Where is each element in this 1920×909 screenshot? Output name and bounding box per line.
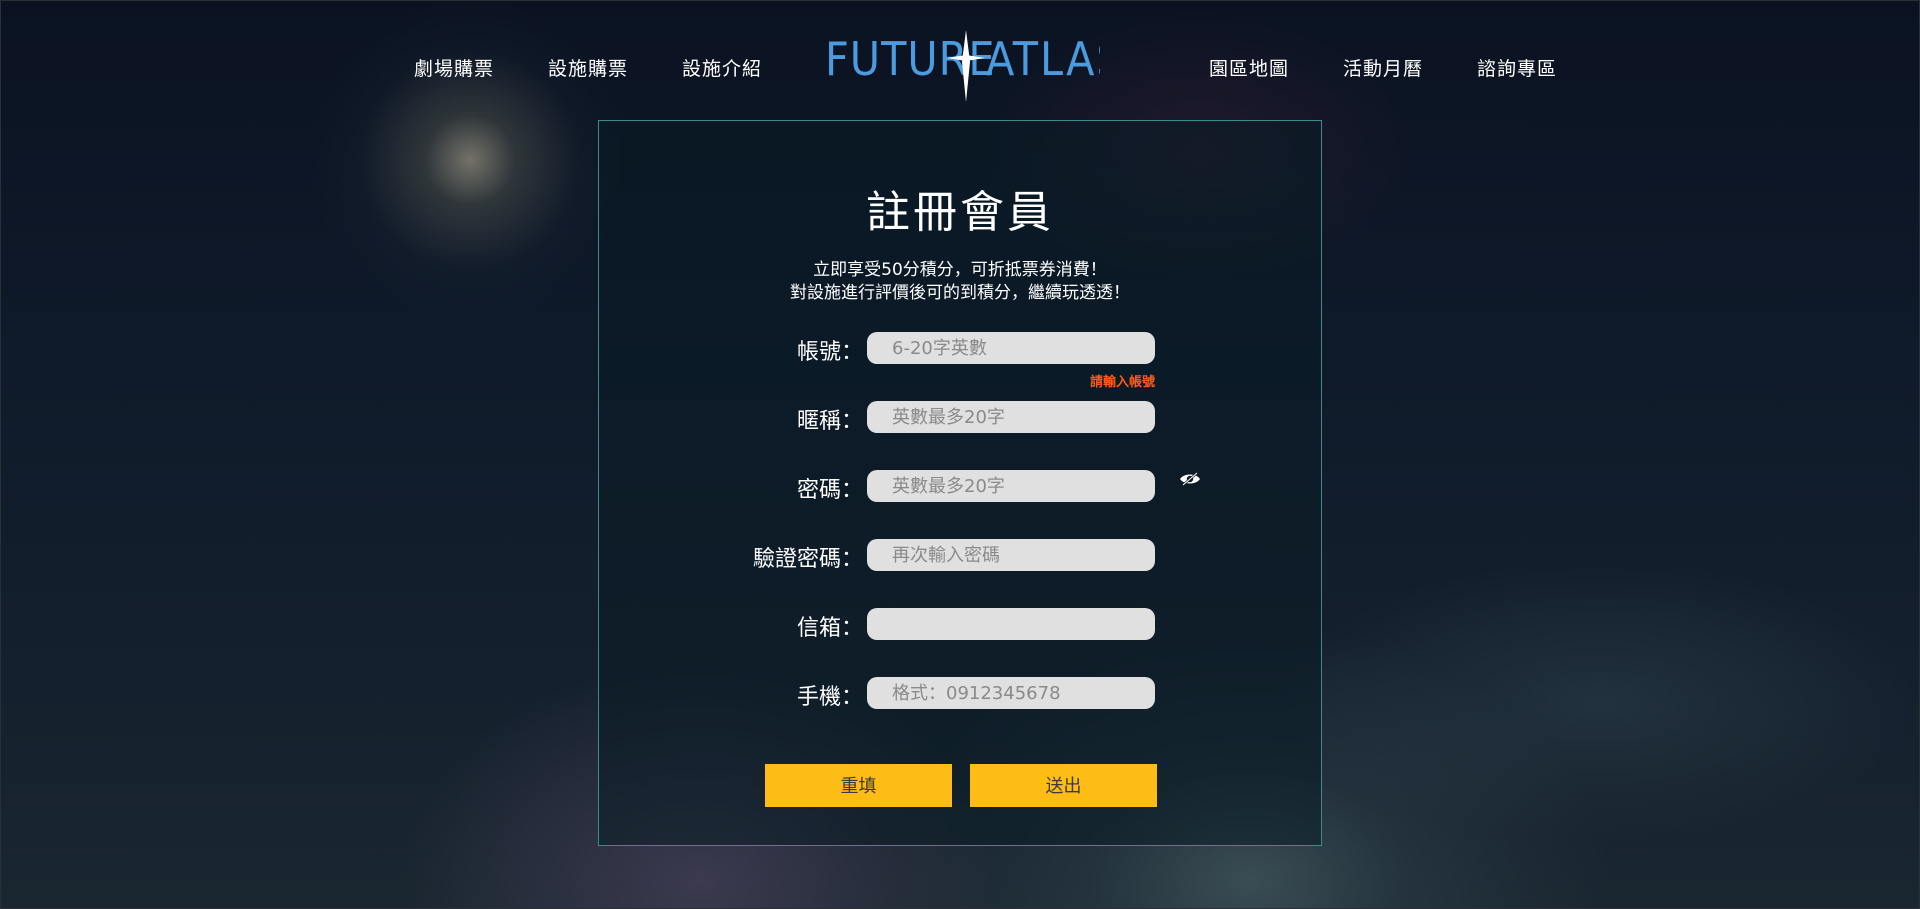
nickname-input[interactable]: [867, 401, 1155, 433]
confirm-password-input[interactable]: [867, 539, 1155, 571]
nav-theater-tickets[interactable]: 劇場購票: [414, 54, 494, 81]
email-input[interactable]: [867, 608, 1155, 640]
nav-park-map[interactable]: 園區地圖: [1209, 54, 1289, 81]
intro-line-2: 對設施進行評價後可的到積分，繼續玩透透！: [790, 283, 1130, 303]
nav-facility-tickets[interactable]: 設施購票: [548, 54, 628, 81]
form-title: 註冊會員: [866, 187, 1054, 238]
eye-slash-icon[interactable]: [1179, 471, 1201, 487]
confirm-password-label: 驗證密碼：: [752, 547, 863, 572]
site-logo[interactable]: FUTURE ATLAS: [824, 28, 1100, 102]
nickname-label: 暱稱：: [796, 409, 863, 434]
account-error-message: 請輸入帳號: [1089, 375, 1155, 390]
phone-label: 手機：: [796, 685, 863, 710]
phone-input[interactable]: [867, 677, 1155, 709]
account-label: 帳號：: [796, 340, 863, 365]
password-input[interactable]: [867, 470, 1155, 502]
intro-line-1: 立即享受50分積分，可折抵票券消費！: [813, 260, 1107, 280]
logo-text-right: ATLAS: [986, 32, 1100, 86]
submit-button[interactable]: 送出: [970, 764, 1157, 807]
register-form: 註冊會員 立即享受50分積分，可折抵票券消費！ 對設施進行評價後可的到積分，繼續…: [598, 120, 1322, 846]
password-label: 密碼：: [796, 478, 863, 503]
account-input[interactable]: [867, 332, 1155, 364]
nav-event-calendar[interactable]: 活動月曆: [1343, 54, 1423, 81]
nav-inquiry-zone[interactable]: 諮詢專區: [1477, 54, 1557, 81]
reset-button[interactable]: 重填: [765, 764, 952, 807]
nav-facility-intro[interactable]: 設施介紹: [682, 54, 762, 81]
email-label: 信箱：: [796, 616, 863, 641]
